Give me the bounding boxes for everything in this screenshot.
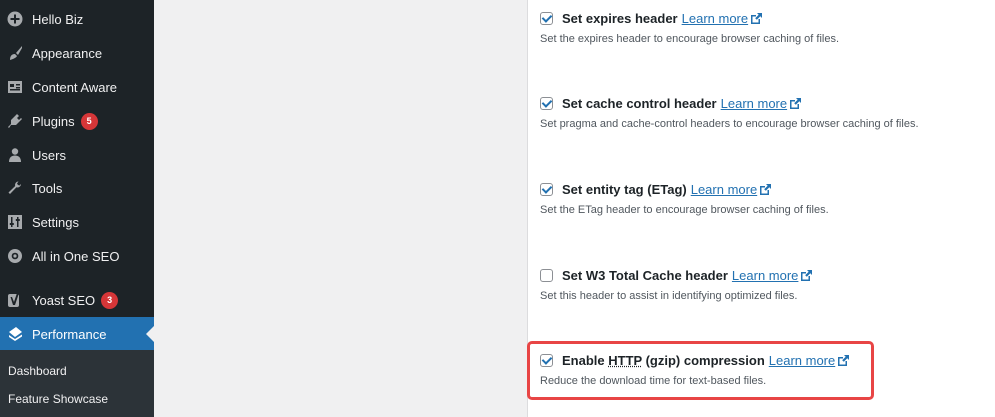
external-link-icon [750, 12, 763, 25]
cache-control-header-checkbox[interactable] [540, 96, 553, 110]
sidebar-item-plugins[interactable]: Plugins 5 [0, 104, 154, 138]
w3tc-header-checkbox[interactable] [540, 268, 553, 282]
option-label: Set entity tag (ETag) [562, 181, 687, 197]
paintbrush-icon [6, 44, 24, 62]
etag-checkbox[interactable] [540, 182, 553, 196]
option-w3tc-header: Set W3 Total Cache header Learn more Set… [540, 266, 980, 302]
yoast-notification-badge: 3 [101, 291, 119, 309]
performance-submenu: Dashboard Feature Showcase [0, 350, 154, 417]
sidebar-item-label: Appearance [32, 45, 103, 61]
external-link-icon [800, 269, 813, 282]
settings-icon [6, 213, 24, 231]
sidebar-item-label: Settings [32, 214, 79, 230]
external-link-icon [759, 183, 772, 196]
sidebar-item-appearance[interactable]: Appearance [0, 36, 154, 70]
sidebar-item-label: Performance [32, 326, 107, 342]
sidebar-item-performance[interactable]: Performance [0, 317, 154, 351]
plus-circle-icon [6, 10, 24, 28]
wrench-icon [6, 179, 24, 197]
option-label: Set W3 Total Cache header [562, 267, 728, 283]
option-description: Set this header to assist in identifying… [540, 290, 798, 302]
sidebar-item-hello-biz[interactable]: Hello Biz [0, 2, 154, 36]
yoast-icon [6, 291, 24, 309]
option-description: Set the ETag header to encourage browser… [540, 204, 829, 216]
admin-sidebar: Hello Biz Appearance Content Aware Plugi… [0, 0, 154, 417]
sidebar-item-all-in-one-seo[interactable]: All in One SEO [0, 239, 154, 273]
submenu-item-feature-showcase[interactable]: Feature Showcase [8, 392, 108, 406]
sidebar-item-label: Users [32, 147, 66, 163]
option-entity-tag: Set entity tag (ETag) Learn more Set the… [540, 180, 980, 216]
sidebar-item-label: Hello Biz [32, 11, 84, 27]
sidebar-item-label: Plugins [32, 113, 75, 129]
gzip-highlight-box [527, 341, 874, 400]
submenu-item-dashboard[interactable]: Dashboard [8, 364, 67, 378]
learn-more-link[interactable]: Learn more [682, 11, 763, 26]
sidebar-item-label: All in One SEO [32, 248, 120, 264]
learn-more-link[interactable]: Learn more [732, 268, 813, 283]
plugin-icon [6, 112, 24, 130]
option-cache-control-header: Set cache control header Learn more Set … [540, 94, 980, 130]
learn-more-text: Learn more [690, 181, 758, 197]
layout-icon [6, 78, 24, 96]
users-icon [6, 146, 24, 164]
sidebar-item-settings[interactable]: Settings [0, 205, 154, 239]
option-description: Set pragma and cache-control headers to … [540, 118, 919, 130]
learn-more-text: Learn more [681, 10, 749, 26]
sidebar-item-label: Tools [32, 180, 63, 196]
learn-more-link[interactable]: Learn more [721, 96, 802, 111]
sidebar-item-label: Yoast SEO [32, 292, 96, 308]
sidebar-item-content-aware[interactable]: Content Aware [0, 70, 154, 104]
expires-header-checkbox[interactable] [540, 11, 553, 25]
sidebar-item-label: Content Aware [32, 79, 118, 95]
option-expires-header: Set expires header Learn more Set the ex… [540, 9, 980, 45]
learn-more-text: Learn more [731, 267, 799, 283]
plugins-update-badge: 5 [80, 112, 98, 130]
external-link-icon [789, 97, 802, 110]
learn-more-link[interactable]: Learn more [691, 182, 772, 197]
sidebar-item-yoast-seo[interactable]: Yoast SEO 3 [0, 283, 154, 317]
learn-more-text: Learn more [720, 95, 788, 111]
sidebar-item-tools[interactable]: Tools [0, 171, 154, 205]
sidebar-item-users[interactable]: Users [0, 138, 154, 172]
aioseo-icon [6, 247, 24, 265]
option-description: Set the expires header to encourage brow… [540, 33, 840, 45]
option-label: Set cache control header [562, 95, 717, 111]
performance-icon [6, 325, 24, 343]
option-label: Set expires header [562, 10, 678, 26]
